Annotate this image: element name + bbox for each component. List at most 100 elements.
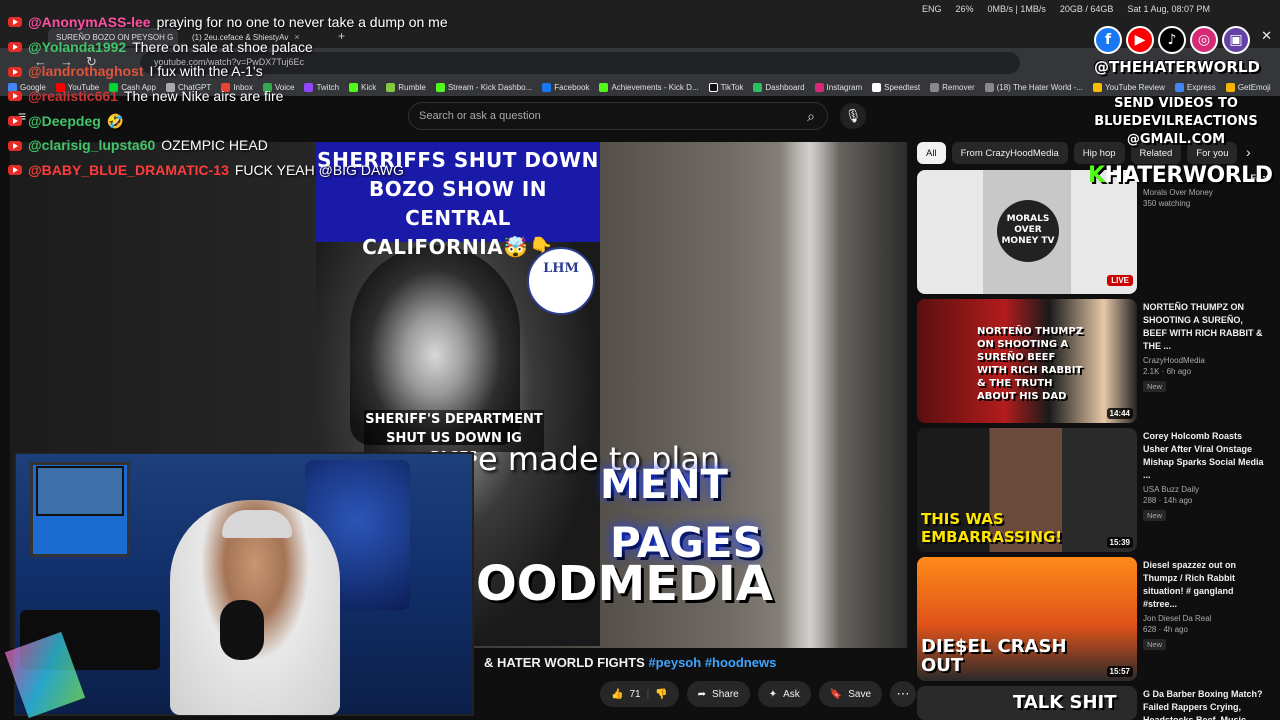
video-thumbnail[interactable]: DIE$EL CRASH OUT 15:57 bbox=[917, 557, 1137, 681]
thumbs-down-icon[interactable]: 👎 bbox=[655, 689, 667, 700]
recommendation-info: Diesel spazzez out on Thumpz / Rich Rabb… bbox=[1143, 559, 1269, 652]
thumbnail-text: TALK SHIT bbox=[1013, 692, 1117, 713]
chat-message: @Deepdeg 🤣 bbox=[8, 109, 448, 134]
new-badge: New bbox=[1143, 639, 1167, 650]
search-input[interactable]: Search or ask a question bbox=[408, 102, 828, 130]
chat-username: @realistic661 bbox=[28, 88, 118, 105]
chip-channel[interactable]: From CrazyHoodMedia bbox=[951, 142, 1068, 164]
bookmark-item[interactable]: Dashboard bbox=[753, 80, 805, 94]
youtube-icon bbox=[8, 116, 22, 127]
express-icon bbox=[1174, 82, 1184, 92]
globe-icon bbox=[930, 82, 940, 92]
microphone bbox=[220, 600, 264, 660]
recommendation-item[interactable]: NORTEÑO THUMPZ ON SHOOTING A SUREÑO BEEF… bbox=[917, 299, 1269, 423]
bg-caption: MENT bbox=[600, 462, 728, 508]
lang-indicator[interactable]: ENG bbox=[922, 4, 942, 14]
speedtest-icon bbox=[872, 82, 882, 92]
video-thumbnail[interactable]: MORALS OVER MONEY TV LIVE bbox=[917, 170, 1137, 294]
bookmark-item[interactable]: GetEmoji bbox=[1225, 80, 1271, 94]
haterworld-logo: KHATERWORLD bbox=[1088, 163, 1273, 188]
owl-logo: LHM bbox=[527, 247, 595, 315]
clock[interactable]: Sat 1 Aug, 08:07 PM bbox=[1127, 4, 1210, 14]
chat-message: @BABY_BLUE_DRAMATIC-13 FUCK YEAH @BIG DAW… bbox=[8, 158, 448, 183]
chat-username: @BABY_BLUE_DRAMATIC-13 bbox=[28, 162, 229, 179]
hashtag-link[interactable]: #hoodnews bbox=[705, 655, 777, 670]
social-icons: f ▶ ♪ ◎ ▣ bbox=[1094, 26, 1250, 54]
chat-text: FUCK YEAH @BIG DAWG bbox=[234, 162, 404, 179]
video-light-streak bbox=[780, 142, 840, 648]
streamer-cap bbox=[222, 510, 292, 538]
bookmark-item[interactable]: YouTube Review bbox=[1093, 80, 1165, 94]
bookmark-item[interactable]: Facebook bbox=[542, 80, 589, 94]
recommendation-item[interactable]: DIE$EL CRASH OUT 15:57 Diesel spazzez ou… bbox=[917, 557, 1269, 681]
chat-username: @landrothaghost bbox=[28, 63, 144, 80]
video-title: & HATER WORLD FIGHTS #peysoh #hoodnews bbox=[484, 655, 777, 670]
sparkle-icon: ✦ bbox=[768, 688, 778, 700]
channel-logo: MORALS OVER MONEY TV bbox=[997, 200, 1059, 262]
rec-title[interactable]: Diesel spazzez out on Thumpz / Rich Rabb… bbox=[1143, 559, 1269, 611]
share-button[interactable]: ➦ Share bbox=[686, 681, 750, 707]
video-thumbnail[interactable]: NORTEÑO THUMPZ ON SHOOTING A SUREÑO BEEF… bbox=[917, 299, 1137, 423]
youtube-icon bbox=[8, 66, 22, 77]
chat-message: @landrothaghost I fux with the A-1's bbox=[8, 59, 448, 84]
hashtag-link[interactable]: #peysoh bbox=[648, 655, 701, 670]
network-indicator: 0MB/s | 1MB/s bbox=[987, 4, 1046, 14]
emoji-icon bbox=[1225, 82, 1235, 92]
bookmark-item[interactable]: Stream - Kick Dashbo... bbox=[435, 80, 532, 94]
mic-icon[interactable]: 🎙 bbox=[840, 103, 866, 129]
recommendation-info: Corey Holcomb Roasts Usher After Viral O… bbox=[1143, 430, 1269, 523]
youtube-icon bbox=[8, 165, 22, 176]
rec-channel[interactable]: Jon Diesel Da Real bbox=[1143, 614, 1269, 623]
rec-channel[interactable]: CrazyHoodMedia bbox=[1143, 356, 1269, 365]
volume-indicator[interactable]: 26% bbox=[956, 4, 974, 14]
bookmark-item[interactable]: Achievements - Kick D... bbox=[599, 80, 699, 94]
close-icon[interactable]: ✕ bbox=[1261, 28, 1272, 44]
tiktok-icon bbox=[708, 82, 718, 92]
dashboard-icon bbox=[753, 82, 763, 92]
twitch-icon: ▣ bbox=[1222, 26, 1250, 54]
save-button[interactable]: 🔖 Save bbox=[818, 681, 883, 707]
youtube-icon bbox=[8, 140, 22, 151]
rec-title[interactable]: G Da Barber Boxing Match? Failed Rappers… bbox=[1143, 688, 1269, 720]
chat-text: I fux with the A-1's bbox=[149, 63, 263, 80]
recommendation-item[interactable]: TALK SHIT G Da Barber Boxing Match? Fail… bbox=[917, 686, 1269, 720]
bg-caption: OODMEDIA bbox=[476, 556, 773, 612]
rec-channel[interactable]: Morals Over Money bbox=[1143, 188, 1269, 197]
search-icon[interactable]: ⌕ bbox=[796, 103, 826, 129]
video-actions: 👍 71 | 👎 ➦ Share ✦ Ask 🔖 Save ⋯ bbox=[600, 681, 917, 707]
chat-username: @Yolanda1992 bbox=[28, 38, 127, 55]
thumbnail-text: THIS WAS EMBARRASSING! bbox=[921, 510, 1063, 546]
system-tray: ENG 26% 0MB/s | 1MB/s 20GB / 64GB Sat 1 … bbox=[922, 4, 1210, 14]
ask-button[interactable]: ✦ Ask bbox=[757, 681, 811, 707]
chat-message: @clarisig_lupsta60 OZEMPIC HEAD bbox=[8, 133, 448, 158]
chat-text: There on sale at shoe palace bbox=[132, 38, 313, 55]
rec-title[interactable]: NORTEÑO THUMPZ ON SHOOTING A SUREÑO, BEE… bbox=[1143, 301, 1269, 353]
video-thumbnail[interactable]: THIS WAS EMBARRASSING! 15:39 bbox=[917, 428, 1137, 552]
screen: SUREÑO BOZO ON PEYSOH G× (1) 2eu.ceface … bbox=[0, 0, 1280, 720]
rec-channel[interactable]: USA Buzz Daily bbox=[1143, 485, 1269, 494]
recommendation-item[interactable]: THIS WAS EMBARRASSING! 15:39 Corey Holco… bbox=[917, 428, 1269, 552]
tiktok-icon: ♪ bbox=[1158, 26, 1186, 54]
video-thumbnail[interactable]: TALK SHIT bbox=[917, 686, 1137, 720]
bookmark-item[interactable]: Instagram bbox=[814, 80, 862, 94]
bookmark-item[interactable]: Remover bbox=[930, 80, 975, 94]
rec-meta: 288 · 14h ago bbox=[1143, 496, 1193, 505]
youtube-icon bbox=[8, 91, 22, 102]
like-count: 71 bbox=[629, 688, 641, 700]
bookmark-item[interactable]: Speedtest bbox=[872, 80, 920, 94]
bookmark-icon: 🔖 bbox=[829, 688, 843, 700]
chat-text: OZEMPIC HEAD bbox=[161, 137, 268, 154]
bookmark-item[interactable]: Express bbox=[1174, 80, 1216, 94]
recommendation-item[interactable]: MORALS OVER MONEY TV LIVE Fact Morals Ov… bbox=[917, 170, 1269, 294]
chat-username: @Deepdeg bbox=[28, 112, 101, 129]
instagram-icon: ◎ bbox=[1190, 26, 1218, 54]
chip-all[interactable]: All bbox=[917, 142, 946, 164]
more-icon[interactable]: ⋯ bbox=[890, 681, 917, 707]
bookmark-item[interactable]: (18) The Hater World -... bbox=[984, 80, 1083, 94]
bookmark-item[interactable]: TikTok bbox=[708, 80, 743, 94]
like-button[interactable]: 👍 71 | 👎 bbox=[600, 681, 679, 707]
instagram-icon bbox=[814, 82, 824, 92]
youtube-icon: ▶ bbox=[1126, 26, 1154, 54]
rec-title[interactable]: Corey Holcomb Roasts Usher After Viral O… bbox=[1143, 430, 1269, 482]
chat-username: @clarisig_lupsta60 bbox=[28, 137, 156, 154]
